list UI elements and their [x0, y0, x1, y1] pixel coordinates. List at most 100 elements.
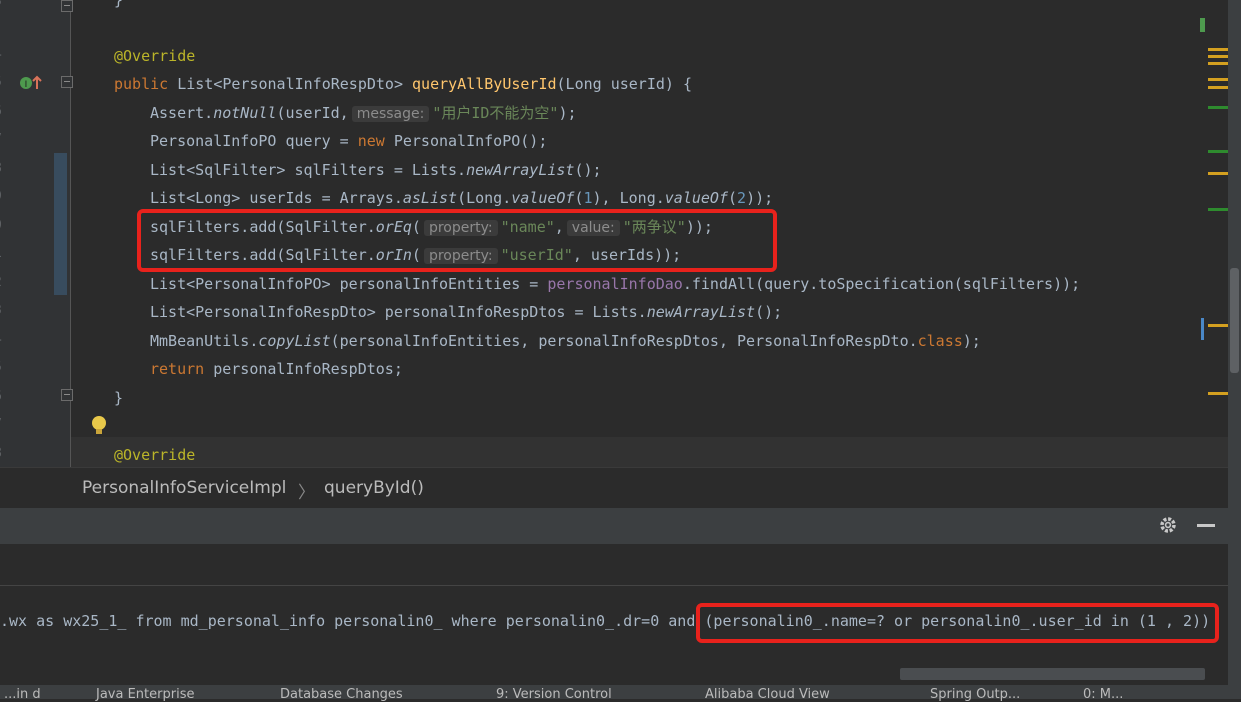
bottom-tool-tabs: ...in d Java Enterprise Database Changes…	[0, 685, 1241, 702]
highlight-box	[137, 209, 777, 272]
tool-tab[interactable]: Spring Outp...	[930, 687, 1020, 702]
code-line: List<Long> userIds = Arrays.asList(Long.…	[114, 189, 773, 207]
error-stripe-marker	[1208, 106, 1228, 109]
tool-tab[interactable]: 9: Version Control	[496, 687, 612, 702]
code-token: newArrayList	[646, 303, 756, 321]
code-line: }	[114, 0, 124, 9]
code-line: Assert.notNull(userId, message: "用户ID不能为空"…	[114, 104, 577, 122]
breadcrumb-class[interactable]: PersonalInfoServiceImpl	[82, 478, 286, 498]
line-number: 7	[0, 417, 8, 432]
side-tool-strip[interactable]	[1228, 0, 1241, 699]
error-stripe-marker	[1208, 62, 1228, 65]
error-stripe-marker	[1208, 208, 1228, 211]
code-token: (Long.	[457, 189, 512, 207]
code-token: List<Long> userIds = Arrays.	[150, 189, 403, 207]
line-number: 2	[0, 275, 8, 290]
line-number: 5	[0, 75, 8, 90]
code-token: ), Long.	[592, 189, 665, 207]
code-token: List<PersonalInfoPO> personalInfoEntitie…	[150, 275, 548, 293]
fold-marker[interactable]	[61, 389, 73, 401]
tool-tab[interactable]: 0: M...	[1083, 687, 1123, 702]
code-token: valueOf	[664, 189, 728, 207]
sql-text: .wx as wx25_1_ from md_personal_info per…	[0, 612, 705, 630]
code-token: notNull	[213, 104, 277, 122]
code-token: personalInfoRespDtos;	[204, 360, 403, 378]
tool-tab[interactable]: ...in d	[4, 687, 41, 702]
breadcrumb-method[interactable]: queryById()	[324, 478, 424, 498]
code-token: ));	[746, 189, 774, 207]
highlight-box	[696, 603, 1219, 643]
code-line: List<SqlFilter> sqlFilters = Lists.newAr…	[114, 161, 602, 179]
line-number: 6	[0, 104, 8, 119]
code-token: }	[114, 389, 124, 407]
method-name-token: queryAllByUserId	[412, 75, 557, 93]
error-stripe-marker	[1200, 18, 1205, 32]
code-token: newArrayList	[466, 161, 575, 179]
code-line: List<PersonalInfoPO> personalInfoEntitie…	[114, 275, 1080, 293]
line-number: 4	[0, 332, 8, 347]
tool-tab[interactable]: Alibaba Cloud View	[705, 687, 830, 702]
code-line: public List<PersonalInfoRespDto> queryAl…	[114, 75, 692, 93]
error-stripe-marker	[1208, 78, 1228, 81]
error-stripe-marker	[1208, 55, 1228, 58]
parameter-hint: message:	[351, 106, 430, 122]
code-line: List<PersonalInfoRespDto> personalInfoRe…	[114, 303, 782, 321]
line-number: 1	[0, 246, 8, 261]
line-number: 3	[0, 303, 8, 318]
code-token: valueOf	[511, 189, 575, 207]
svg-text:I: I	[25, 80, 28, 90]
number-literal: 1	[583, 189, 593, 207]
line-number: 6	[0, 389, 8, 404]
code-token: );	[962, 332, 981, 350]
gear-icon[interactable]	[1157, 514, 1179, 536]
breadcrumb: PersonalInfoServiceImpl 〉 queryById()	[0, 467, 1228, 508]
code-token: .findAll(query.toSpecification(sqlFilter…	[682, 275, 1081, 293]
code-token: ();	[574, 161, 602, 179]
line-number: 7	[0, 132, 8, 147]
code-line: @Override	[114, 446, 195, 464]
vcs-change-marker	[54, 153, 67, 295]
caret-position-marker	[1201, 318, 1204, 340]
tool-tab[interactable]: Java Enterprise	[96, 687, 194, 702]
code-token: PersonalInfoPO query =	[150, 132, 358, 150]
code-line: PersonalInfoPO query = new PersonalInfoP…	[114, 132, 547, 150]
code-token: (personalInfoEntities, personalInfoRespD…	[330, 332, 918, 350]
caret-line-highlight	[71, 437, 1228, 467]
minimize-icon[interactable]	[1197, 524, 1215, 527]
error-stripe-marker	[1208, 48, 1228, 51]
error-stripe-marker	[1208, 324, 1228, 327]
number-literal: 2	[737, 189, 747, 207]
type-token: List<PersonalInfoRespDto>	[177, 75, 403, 93]
field-token: personalInfoDao	[547, 275, 683, 293]
error-stripe-marker	[1208, 150, 1228, 153]
code-token: asList	[402, 189, 458, 207]
implements-icon[interactable]: I	[19, 74, 45, 92]
code-token: ();	[755, 303, 783, 321]
horizontal-scrollbar-thumb[interactable]	[900, 668, 1205, 680]
line-number: 4	[0, 47, 8, 62]
fold-marker[interactable]	[61, 76, 73, 88]
params-token: (Long userId) {	[556, 75, 692, 93]
keyword-token: class	[917, 332, 963, 350]
code-token: );	[558, 104, 577, 122]
breadcrumb-separator: 〉	[298, 483, 315, 503]
annotation-token: @Override	[114, 47, 196, 65]
code-editor[interactable]: 3 4 5 6 7 8 9 0 1 2 3 4 5 6 7 8 I } @Ove…	[0, 0, 1228, 467]
tool-tab[interactable]: Database Changes	[280, 687, 403, 702]
code-line: MmBeanUtils.copyList(personalInfoEntitie…	[114, 332, 981, 350]
lightbulb-icon[interactable]	[90, 414, 108, 438]
keyword-token: public	[114, 75, 169, 93]
keyword-token: return	[150, 360, 205, 378]
line-number: 3	[0, 0, 8, 9]
code-token: List<SqlFilter> sqlFilters = Lists.	[150, 161, 467, 179]
annotation-token: @Override	[114, 446, 196, 464]
code-line: @Override	[114, 47, 195, 65]
tool-window-header	[0, 508, 1228, 545]
vertical-scrollbar-thumb[interactable]	[1230, 268, 1239, 373]
code-token: MmBeanUtils.	[150, 332, 259, 350]
code-token: (userId,	[276, 104, 349, 122]
code-line: return personalInfoRespDtos;	[114, 360, 403, 378]
line-number: 0	[0, 218, 8, 233]
tool-window-toolbar	[0, 545, 1228, 586]
fold-marker[interactable]	[61, 0, 73, 12]
